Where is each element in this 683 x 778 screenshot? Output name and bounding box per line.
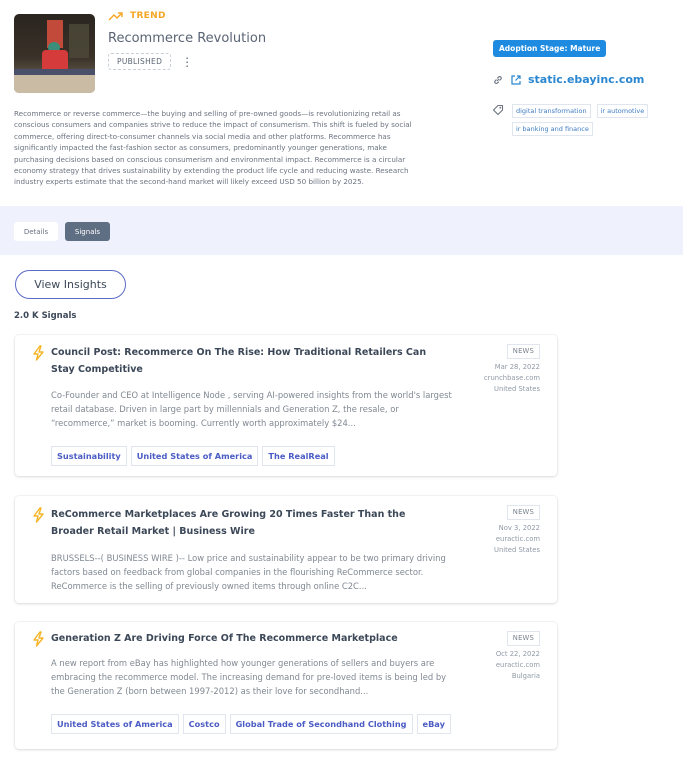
source-link[interactable]: static.ebayinc.com (528, 73, 644, 86)
tab-signals[interactable]: Signals (65, 222, 110, 241)
link-icon (494, 75, 502, 84)
signal-card[interactable]: Council Post: Recommerce On The Rise: Ho… (15, 335, 557, 476)
signal-source: euractic.com (495, 661, 540, 669)
lightning-icon (33, 631, 44, 647)
signal-country: Bulgaria (511, 672, 540, 680)
signal-summary: A new report from eBay has highlighted h… (51, 658, 447, 696)
tab-details[interactable]: Details (14, 222, 58, 241)
signal-date: Oct 22, 2022 (495, 650, 540, 658)
signal-meta: NEWS Mar 28, 2022 crunchbase.com United … (484, 344, 540, 395)
entity-chip[interactable]: United States of America (51, 714, 179, 734)
signal-date: Mar 28, 2022 (494, 363, 540, 371)
tab-bar: Details Signals (0, 206, 683, 255)
entity-chip[interactable]: United States of America (130, 446, 259, 466)
entity-chip[interactable]: The RealReal (262, 446, 335, 466)
signal-card[interactable]: ReCommerce Marketplaces Are Growing 20 T… (15, 496, 557, 603)
entity-chip[interactable]: eBay (416, 714, 451, 734)
trend-title: Recommerce Revolution (108, 31, 267, 46)
view-insights-button[interactable]: View Insights (15, 270, 126, 299)
trend-thumbnail-image (14, 14, 95, 93)
trending-up-icon (108, 12, 123, 21)
lightning-icon (33, 507, 44, 523)
signal-chip-list: United States of America Costco Global T… (51, 714, 459, 734)
signal-source: euractic.com (495, 535, 540, 543)
tag-chip[interactable]: digital transformation (512, 104, 591, 118)
tag-chip[interactable]: ir banking and finance (512, 122, 593, 136)
signal-country: United States (493, 546, 540, 554)
signal-source: crunchbase.com (483, 374, 540, 382)
signals-count: 2.0 K Signals (14, 311, 77, 321)
signal-title[interactable]: Council Post: Recommerce On The Rise: Ho… (51, 344, 441, 378)
trend-type-row: TREND (108, 11, 166, 21)
signal-type-badge: NEWS (506, 505, 540, 520)
status-row: PUBLISHED ⋮ (108, 53, 193, 70)
source-link-row: static.ebayinc.com (492, 73, 644, 86)
lightning-icon (33, 345, 44, 361)
entity-chip[interactable]: Costco (182, 714, 226, 734)
signal-date: Nov 3, 2022 (498, 524, 540, 532)
signal-summary: BRUSSELS--( BUSINESS WIRE )-- Low price … (51, 553, 446, 591)
trend-type-label: TREND (130, 11, 166, 21)
signal-title[interactable]: ReCommerce Marketplaces Are Growing 20 T… (51, 506, 441, 540)
entity-chip[interactable]: Global Trade of Secondhand Clothing (229, 714, 413, 734)
tag-icon (492, 104, 504, 116)
signal-meta: NEWS Nov 3, 2022 euractic.com United Sta… (494, 505, 540, 556)
trend-header: TREND Recommerce Revolution PUBLISHED ⋮ … (0, 0, 683, 205)
tag-chip[interactable]: ir automotive (596, 104, 649, 118)
signal-summary: Co-Founder and CEO at Intelligence Node … (51, 390, 452, 428)
signal-meta: NEWS Oct 22, 2022 euractic.com Bulgaria (496, 631, 540, 682)
signal-card[interactable]: Generation Z Are Driving Force Of The Re… (15, 622, 557, 749)
entity-chip[interactable]: Sustainability (51, 446, 127, 466)
signal-type-badge: NEWS (506, 631, 540, 646)
status-badge: PUBLISHED (108, 53, 172, 70)
adoption-stage-badge: Adoption Stage: Mature (493, 40, 607, 57)
signal-country: United States (493, 385, 540, 393)
signal-chip-list: Sustainability United States of America … (51, 446, 335, 466)
more-options-icon[interactable]: ⋮ (181, 56, 193, 68)
trend-description: Recommerce or reverse commerce—the buyin… (14, 109, 412, 187)
external-link-icon[interactable] (510, 74, 522, 86)
signal-type-badge: NEWS (506, 344, 540, 359)
tag-list: digital transformation ir automotive ir … (512, 104, 662, 136)
signal-title[interactable]: Generation Z Are Driving Force Of The Re… (51, 630, 441, 647)
